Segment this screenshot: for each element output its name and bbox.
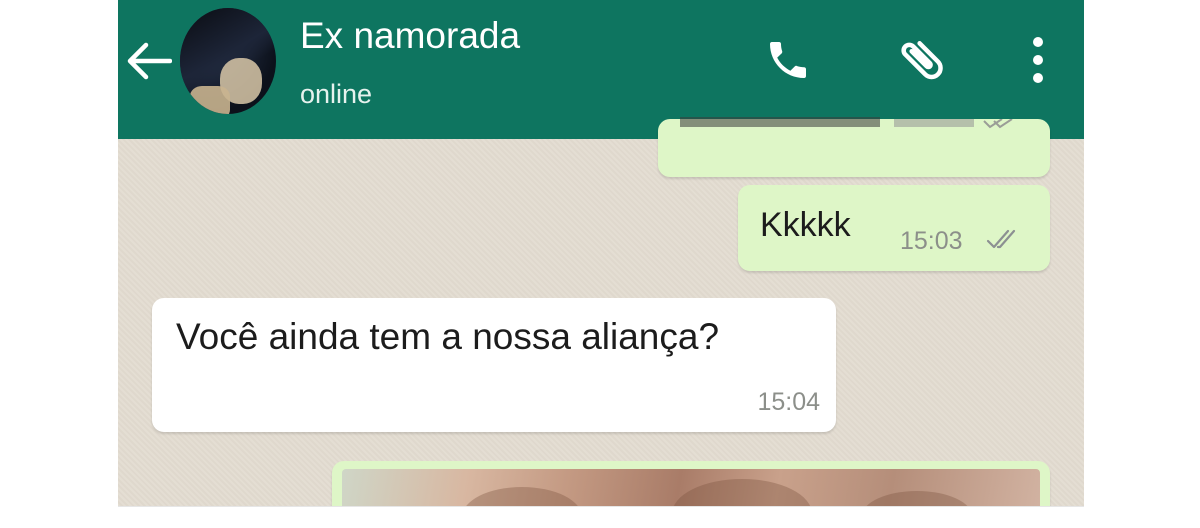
phone-icon xyxy=(770,42,806,78)
message-timestamp: 15:03 xyxy=(900,227,963,255)
call-button[interactable] xyxy=(758,30,818,90)
back-arrow-icon xyxy=(127,42,172,80)
message-text: Você ainda tem a nossa aliança? xyxy=(176,316,720,357)
more-options-button[interactable] xyxy=(1008,30,1068,90)
double-check-icon xyxy=(986,229,1016,249)
cropped-timestamp xyxy=(894,119,1013,129)
more-vertical-icon xyxy=(1033,37,1043,83)
cropped-message-text xyxy=(680,117,880,127)
input-bar-edge xyxy=(118,506,1084,528)
paperclip-icon xyxy=(901,41,943,80)
back-button[interactable] xyxy=(122,34,176,88)
message-bubble-outgoing-partial[interactable] xyxy=(658,117,1050,177)
chat-screen: Ex namorada online Kkkkk 15:03 Você aind… xyxy=(118,0,1084,528)
message-timestamp: 15:04 xyxy=(757,388,820,416)
attach-button[interactable] xyxy=(892,30,952,90)
message-text: Kkkkk xyxy=(760,206,851,244)
message-list[interactable]: Kkkkk 15:03 Você ainda tem a nossa alian… xyxy=(118,117,1084,528)
contact-status: online xyxy=(300,79,373,109)
message-bubble-outgoing[interactable]: Kkkkk 15:03 xyxy=(738,185,1050,271)
contact-name[interactable]: Ex namorada xyxy=(300,14,520,58)
message-bubble-incoming[interactable]: Você ainda tem a nossa aliança? 15:04 xyxy=(152,298,836,432)
avatar[interactable] xyxy=(180,8,276,114)
